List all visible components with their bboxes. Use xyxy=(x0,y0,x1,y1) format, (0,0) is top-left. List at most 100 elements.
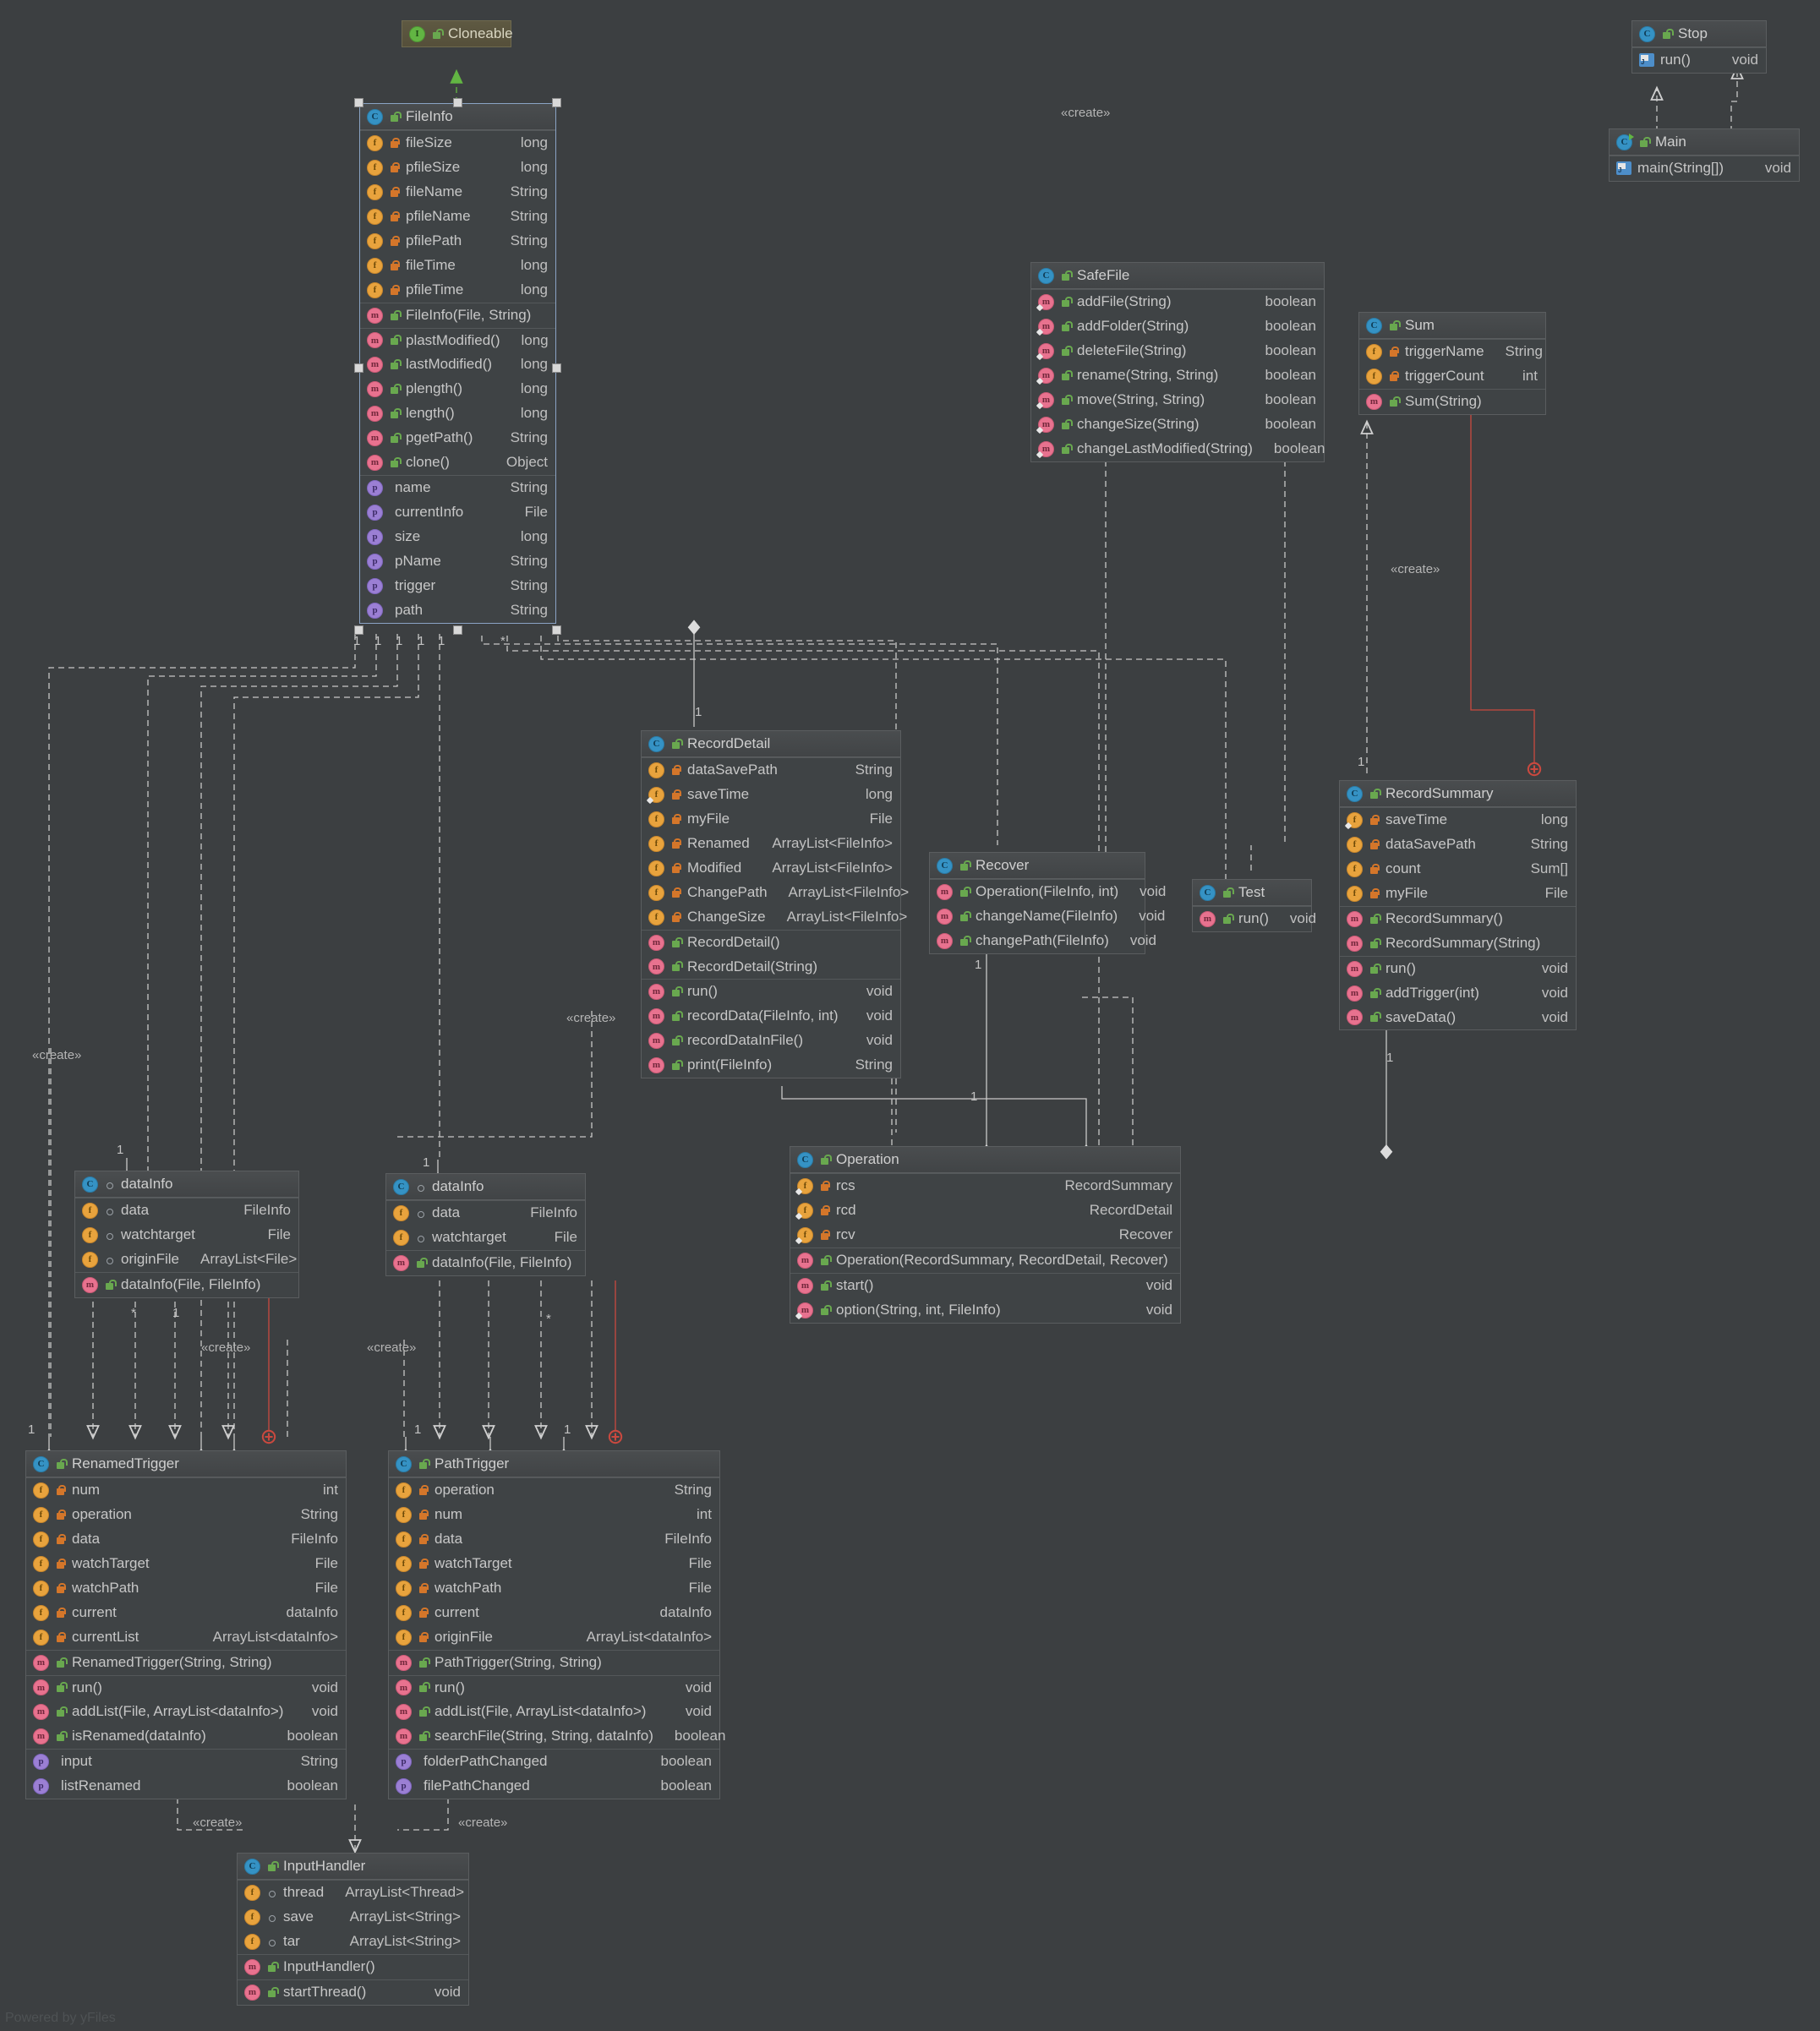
method-row[interactable]: m run() void xyxy=(389,1676,719,1701)
field-row[interactable]: f watchPath File xyxy=(26,1576,346,1601)
field-row[interactable]: f dataSavePath String xyxy=(1340,833,1576,857)
method-row[interactable]: m addTrigger(int) void xyxy=(1340,981,1576,1006)
field-row[interactable]: f watchTarget File xyxy=(26,1552,346,1576)
property-row[interactable]: p trigger String xyxy=(360,574,555,598)
field-row[interactable]: f ChangeSize ArrayList<FileInfo> xyxy=(642,905,907,930)
constructor-row[interactable]: m InputHandler() xyxy=(238,1955,468,1979)
selection-handle[interactable] xyxy=(354,625,363,635)
constructor-row[interactable]: m RecordSummary() xyxy=(1340,907,1576,931)
field-row[interactable]: f num int xyxy=(389,1503,719,1527)
field-row[interactable]: f fileSize long xyxy=(360,131,555,156)
property-row[interactable]: p path String xyxy=(360,598,555,623)
field-row[interactable]: f data FileInfo xyxy=(386,1201,585,1226)
selection-handle[interactable] xyxy=(453,625,462,635)
class-recorddetail[interactable]: C RecordDetail f dataSavePath String f save… xyxy=(641,730,909,1079)
constructor-row[interactable]: m RecordSummary(String) xyxy=(1340,931,1576,956)
constructor-row[interactable]: m RecordDetail(String) xyxy=(642,955,900,980)
method-row[interactable]: m changePath(FileInfo) void xyxy=(930,929,1156,953)
selection-handle[interactable] xyxy=(552,98,561,107)
method-row[interactable]: run() void xyxy=(1632,48,1766,73)
method-row[interactable]: m changeSize(String) boolean xyxy=(1031,412,1324,437)
method-row[interactable]: m move(String, String) boolean xyxy=(1031,388,1324,412)
class-operation[interactable]: C Operation f rcs RecordSummary f rcd Record… xyxy=(790,1146,1181,1324)
selection-handle[interactable] xyxy=(552,363,561,373)
property-row[interactable]: p name String xyxy=(360,476,555,500)
field-row[interactable]: f saveTime long xyxy=(1340,808,1576,833)
constructor-row[interactable]: m RecordDetail() xyxy=(642,931,900,955)
method-row[interactable]: m option(String, int, FileInfo) void xyxy=(790,1298,1180,1323)
field-row[interactable]: f save ArrayList<String> xyxy=(238,1905,468,1930)
class-inputhandler[interactable]: C InputHandler f thread ArrayList<Thread> … xyxy=(237,1853,469,2006)
class-datainfo-right[interactable]: C dataInfo f data FileInfo f watchtarget Fil… xyxy=(385,1173,586,1276)
field-row[interactable]: f pfileTime long xyxy=(360,278,555,303)
method-row[interactable]: m lastModified() long xyxy=(360,352,555,377)
method-row[interactable]: m run() void xyxy=(1193,907,1316,931)
field-row[interactable]: f ChangePath ArrayList<FileInfo> xyxy=(642,881,909,905)
field-row[interactable]: f operation String xyxy=(389,1478,719,1503)
class-pathtrigger[interactable]: C PathTrigger f operation String f num int f… xyxy=(388,1450,725,1800)
field-row[interactable]: f dataSavePath String xyxy=(642,758,900,783)
field-row[interactable]: f watchtarget File xyxy=(75,1223,298,1248)
field-row[interactable]: f fileName String xyxy=(360,180,555,205)
field-row[interactable]: f pfileSize long xyxy=(360,156,555,180)
property-row[interactable]: p listRenamed boolean xyxy=(26,1774,346,1799)
method-row[interactable]: main(String[]) void xyxy=(1610,156,1799,181)
field-row[interactable]: f Renamed ArrayList<FileInfo> xyxy=(642,832,900,856)
field-row[interactable]: f num int xyxy=(26,1478,346,1503)
class-renamedtrigger[interactable]: C RenamedTrigger f num int f operation Strin… xyxy=(25,1450,347,1800)
method-row[interactable]: m plastModified() long xyxy=(360,329,555,353)
constructor-row[interactable]: m FileInfo(File, String) xyxy=(360,303,555,328)
method-row[interactable]: m addList(File, ArrayList<dataInfo>) void xyxy=(26,1700,346,1724)
method-row[interactable]: m changeName(FileInfo) void xyxy=(930,904,1165,929)
field-row[interactable]: f fileTime long xyxy=(360,254,555,278)
field-row[interactable]: f watchTarget File xyxy=(389,1552,719,1576)
property-row[interactable]: p pName String xyxy=(360,549,555,574)
class-recover[interactable]: C Recover m Operation(FileInfo, int) void … xyxy=(929,852,1166,954)
field-row[interactable]: f rcs RecordSummary xyxy=(790,1174,1180,1198)
selection-handle[interactable] xyxy=(354,98,363,107)
field-row[interactable]: f rcv Recover xyxy=(790,1223,1180,1248)
method-row[interactable]: m isRenamed(dataInfo) boolean xyxy=(26,1724,346,1749)
field-row[interactable]: f rcd RecordDetail xyxy=(790,1198,1180,1223)
constructor-row[interactable]: m dataInfo(File, FileInfo) xyxy=(386,1251,585,1275)
field-row[interactable]: f operation String xyxy=(26,1503,346,1527)
class-datainfo-left[interactable]: C dataInfo f data FileInfo f watchtarget Fil… xyxy=(74,1171,299,1298)
field-row[interactable]: f Modified ArrayList<FileInfo> xyxy=(642,856,900,881)
method-row[interactable]: m Operation(FileInfo, int) void xyxy=(930,880,1166,904)
class-recordsummary[interactable]: C RecordSummary f saveTime long f dataSaveP… xyxy=(1339,780,1577,1031)
class-stop[interactable]: C Stop run() void xyxy=(1631,20,1767,74)
method-row[interactable]: m changeLastModified(String) boolean xyxy=(1031,437,1325,461)
selection-handle[interactable] xyxy=(453,98,462,107)
method-row[interactable]: m recordDataInFile() void xyxy=(642,1029,900,1053)
method-row[interactable]: m run() void xyxy=(1340,957,1576,981)
constructor-row[interactable]: m Operation(RecordSummary, RecordDetail, … xyxy=(790,1248,1180,1273)
field-row[interactable]: f pfilePath String xyxy=(360,229,555,254)
property-row[interactable]: p filePathChanged boolean xyxy=(389,1774,719,1799)
class-test[interactable]: C Test m run() void xyxy=(1192,879,1316,932)
method-row[interactable]: m searchFile(String, String, dataInfo) boo… xyxy=(389,1724,725,1749)
field-row[interactable]: f watchPath File xyxy=(389,1576,719,1601)
class-sum[interactable]: C Sum f triggerName String f triggerCount in… xyxy=(1358,312,1546,415)
method-row[interactable]: m pgetPath() String xyxy=(360,426,555,450)
property-row[interactable]: p currentInfo File xyxy=(360,500,555,525)
method-row[interactable]: m addList(File, ArrayList<dataInfo>) void xyxy=(389,1700,719,1724)
property-row[interactable]: p input String xyxy=(26,1750,346,1774)
constructor-row[interactable]: m PathTrigger(String, String) xyxy=(389,1651,719,1675)
field-row[interactable]: f current dataInfo xyxy=(389,1601,719,1625)
constructor-row[interactable]: m Sum(String) xyxy=(1359,390,1545,414)
method-row[interactable]: m run() void xyxy=(642,980,900,1004)
class-fileinfo[interactable]: C FileInfo f fileSize long f pfileSize long … xyxy=(359,103,556,624)
field-row[interactable]: f originFile ArrayList<File> xyxy=(75,1248,298,1272)
field-row[interactable]: f count Sum[] xyxy=(1340,857,1576,882)
method-row[interactable]: m plength() long xyxy=(360,377,555,401)
method-row[interactable]: m print(FileInfo) String xyxy=(642,1053,900,1078)
class-main[interactable]: C Main main(String[]) void xyxy=(1609,128,1800,182)
field-row[interactable]: f saveTime long xyxy=(642,783,900,807)
method-row[interactable]: m rename(String, String) boolean xyxy=(1031,363,1324,388)
method-row[interactable]: m deleteFile(String) boolean xyxy=(1031,339,1324,363)
field-row[interactable]: f triggerCount int xyxy=(1359,364,1545,389)
constructor-row[interactable]: m dataInfo(File, FileInfo) xyxy=(75,1273,298,1297)
method-row[interactable]: m addFolder(String) boolean xyxy=(1031,314,1324,339)
method-row[interactable]: m startThread() void xyxy=(238,1980,468,2005)
field-row[interactable]: f watchtarget File xyxy=(386,1226,585,1250)
